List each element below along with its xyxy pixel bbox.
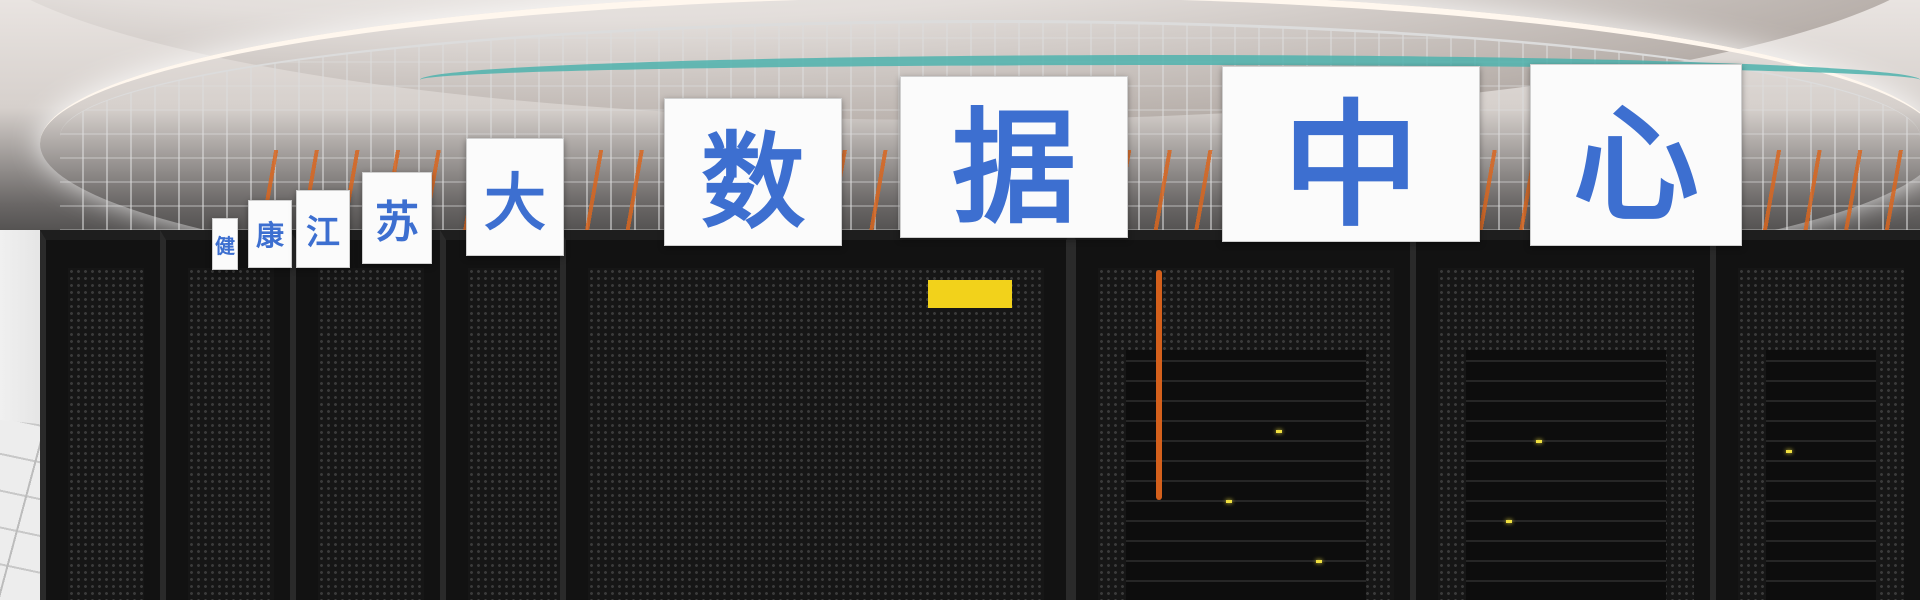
sign-card: 心 — [1530, 64, 1742, 246]
sign-character: 大 — [483, 166, 546, 239]
sign-character: 心 — [1573, 92, 1699, 239]
rack-door-mesh — [68, 268, 144, 600]
server-rack — [160, 230, 302, 600]
sign-card: 健 — [212, 218, 238, 270]
photo-scene: 健 康 江 苏 大 数 据 中 心 — [0, 0, 1920, 600]
sign-card: 江 — [296, 190, 350, 268]
warning-sticker — [928, 280, 1012, 308]
sign-card: 数 — [664, 98, 842, 246]
sign-character: 中 — [1283, 87, 1419, 246]
status-led — [1506, 520, 1512, 523]
sign-card: 据 — [900, 76, 1128, 241]
sign-card: 中 — [1222, 66, 1480, 246]
sign-card: 苏 — [362, 172, 432, 264]
status-led — [1226, 500, 1232, 503]
server-rack — [1710, 230, 1920, 600]
status-led — [1786, 450, 1792, 453]
sign-card: 康 — [248, 200, 292, 268]
rack-door-mesh — [318, 268, 424, 600]
sign-character: 江 — [306, 212, 340, 253]
rack-equipment — [1466, 350, 1666, 600]
rack-equipment — [1766, 350, 1876, 600]
sign-character: 康 — [255, 219, 284, 252]
server-rack — [290, 230, 452, 600]
status-led — [1316, 560, 1322, 563]
status-led — [1276, 430, 1282, 433]
rack-equipment — [1126, 350, 1366, 600]
sign-character: 苏 — [375, 197, 419, 248]
server-rack — [1410, 230, 1722, 600]
server-rack — [40, 230, 172, 600]
sign-card: 大 — [466, 138, 564, 256]
sign-character: 健 — [215, 233, 235, 258]
status-led — [1536, 440, 1542, 443]
sign-character: 数 — [700, 120, 805, 243]
server-rack — [1070, 230, 1422, 600]
rack-door-mesh — [188, 268, 274, 600]
orange-patch-cable — [1156, 270, 1162, 500]
rack-door-mesh — [588, 268, 1044, 600]
sign-character: 据 — [951, 97, 1076, 241]
